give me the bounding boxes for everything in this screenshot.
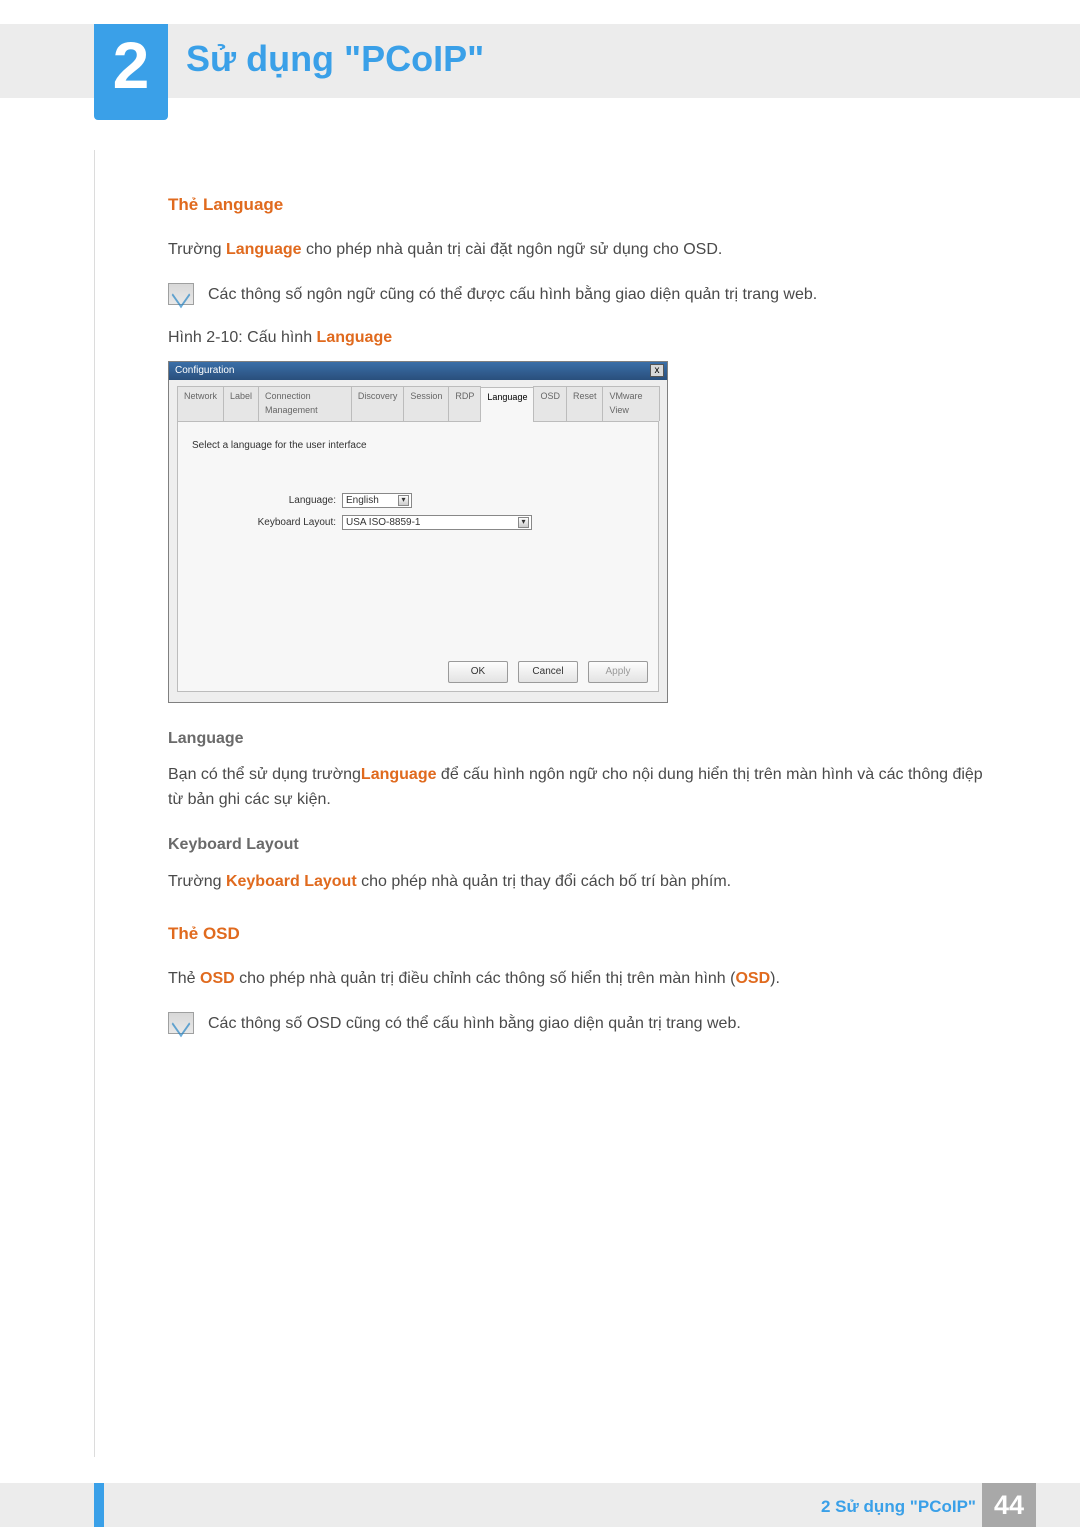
select-keyboard-layout-value: USA ISO-8859-1 bbox=[346, 515, 420, 531]
note-text: Các thông số OSD cũng có thể cấu hình bằ… bbox=[208, 1012, 741, 1037]
text: Trường bbox=[168, 241, 226, 258]
tab-description: Select a language for the user interface bbox=[192, 438, 644, 454]
paragraph: Bạn có thể sử dụng trườngLanguage để cấu… bbox=[168, 763, 988, 813]
text: Hình 2-10: Cấu hình bbox=[168, 329, 317, 346]
tab-osd[interactable]: OSD bbox=[533, 386, 567, 421]
apply-button[interactable]: Apply bbox=[588, 661, 648, 683]
chapter-number-badge: 2 bbox=[94, 24, 168, 120]
note: Các thông số ngôn ngữ cũng có thể được c… bbox=[168, 283, 988, 308]
tab-session[interactable]: Session bbox=[403, 386, 449, 421]
paragraph: Thẻ OSD cho phép nhà quản trị điều chỉnh… bbox=[168, 967, 988, 992]
subheading-language: Language bbox=[168, 727, 988, 752]
document-page: 2 Sử dụng "PCoIP" Thẻ Language Trường La… bbox=[0, 0, 1080, 1527]
form-row-language: Language: English ▾ bbox=[192, 493, 644, 509]
window-titlebar: Configuration x bbox=[169, 362, 667, 380]
select-language[interactable]: English ▾ bbox=[342, 493, 412, 508]
select-keyboard-layout[interactable]: USA ISO-8859-1 ▾ bbox=[342, 515, 532, 530]
term-osd: OSD bbox=[200, 970, 235, 987]
chevron-down-icon: ▾ bbox=[518, 517, 529, 528]
paragraph: Trường Keyboard Layout cho phép nhà quản… bbox=[168, 870, 988, 895]
tab-reset[interactable]: Reset bbox=[566, 386, 604, 421]
term-language: Language bbox=[226, 241, 302, 258]
content-area: Thẻ Language Trường Language cho phép nh… bbox=[168, 192, 988, 1055]
cancel-button[interactable]: Cancel bbox=[518, 661, 578, 683]
term-osd: OSD bbox=[735, 970, 770, 987]
footer-title: 2 Sử dụng "PCoIP" bbox=[821, 1497, 976, 1517]
text: Bạn có thể sử dụng trường bbox=[168, 766, 361, 783]
footer-accent bbox=[94, 1483, 104, 1527]
text: ). bbox=[770, 970, 780, 987]
dialog-buttons: OK Cancel Apply bbox=[448, 661, 648, 683]
term-language: Language bbox=[317, 329, 393, 346]
tab-connection-management[interactable]: Connection Management bbox=[258, 386, 352, 421]
term-language: Language bbox=[361, 766, 437, 783]
page-title: Sử dụng "PCoIP" bbox=[186, 38, 484, 80]
close-icon[interactable]: x bbox=[650, 364, 664, 377]
tab-vmware-view[interactable]: VMware View bbox=[602, 386, 660, 421]
label-keyboard-layout: Keyboard Layout: bbox=[192, 515, 342, 531]
ok-button[interactable]: OK bbox=[448, 661, 508, 683]
configuration-window: Configuration x Network Label Connection… bbox=[168, 361, 668, 703]
note-icon bbox=[168, 283, 194, 305]
label-language: Language: bbox=[192, 493, 342, 509]
form-row-keyboard-layout: Keyboard Layout: USA ISO-8859-1 ▾ bbox=[192, 515, 644, 531]
text: cho phép nhà quản trị thay đổi cách bố t… bbox=[357, 873, 731, 890]
paragraph: Trường Language cho phép nhà quản trị cà… bbox=[168, 238, 988, 263]
chevron-down-icon: ▾ bbox=[398, 495, 409, 506]
window-panel: Network Label Connection Management Disc… bbox=[169, 380, 667, 702]
figure-caption: Hình 2-10: Cấu hình Language bbox=[168, 326, 988, 351]
section-heading-osd: Thẻ OSD bbox=[168, 921, 988, 947]
note: Các thông số OSD cũng có thể cấu hình bằ… bbox=[168, 1012, 988, 1037]
tab-label[interactable]: Label bbox=[223, 386, 259, 421]
text: Thẻ bbox=[168, 970, 200, 987]
term-keyboard-layout: Keyboard Layout bbox=[226, 873, 357, 890]
tab-network[interactable]: Network bbox=[177, 386, 224, 421]
note-text: Các thông số ngôn ngữ cũng có thể được c… bbox=[208, 283, 817, 308]
tab-discovery[interactable]: Discovery bbox=[351, 386, 405, 421]
page-number: 44 bbox=[982, 1483, 1036, 1527]
text: Trường bbox=[168, 873, 226, 890]
window-title: Configuration bbox=[175, 363, 234, 379]
tab-language[interactable]: Language bbox=[480, 387, 534, 422]
text: cho phép nhà quản trị điều chỉnh các thô… bbox=[235, 970, 736, 987]
tab-strip: Network Label Connection Management Disc… bbox=[177, 386, 659, 422]
select-language-value: English bbox=[346, 493, 379, 509]
left-divider bbox=[94, 150, 95, 1457]
text: cho phép nhà quản trị cài đặt ngôn ngữ s… bbox=[302, 241, 723, 258]
note-icon bbox=[168, 1012, 194, 1034]
tab-rdp[interactable]: RDP bbox=[448, 386, 481, 421]
section-heading-language: Thẻ Language bbox=[168, 192, 988, 218]
subheading-keyboard-layout: Keyboard Layout bbox=[168, 833, 988, 858]
tab-body: Select a language for the user interface… bbox=[177, 422, 659, 692]
